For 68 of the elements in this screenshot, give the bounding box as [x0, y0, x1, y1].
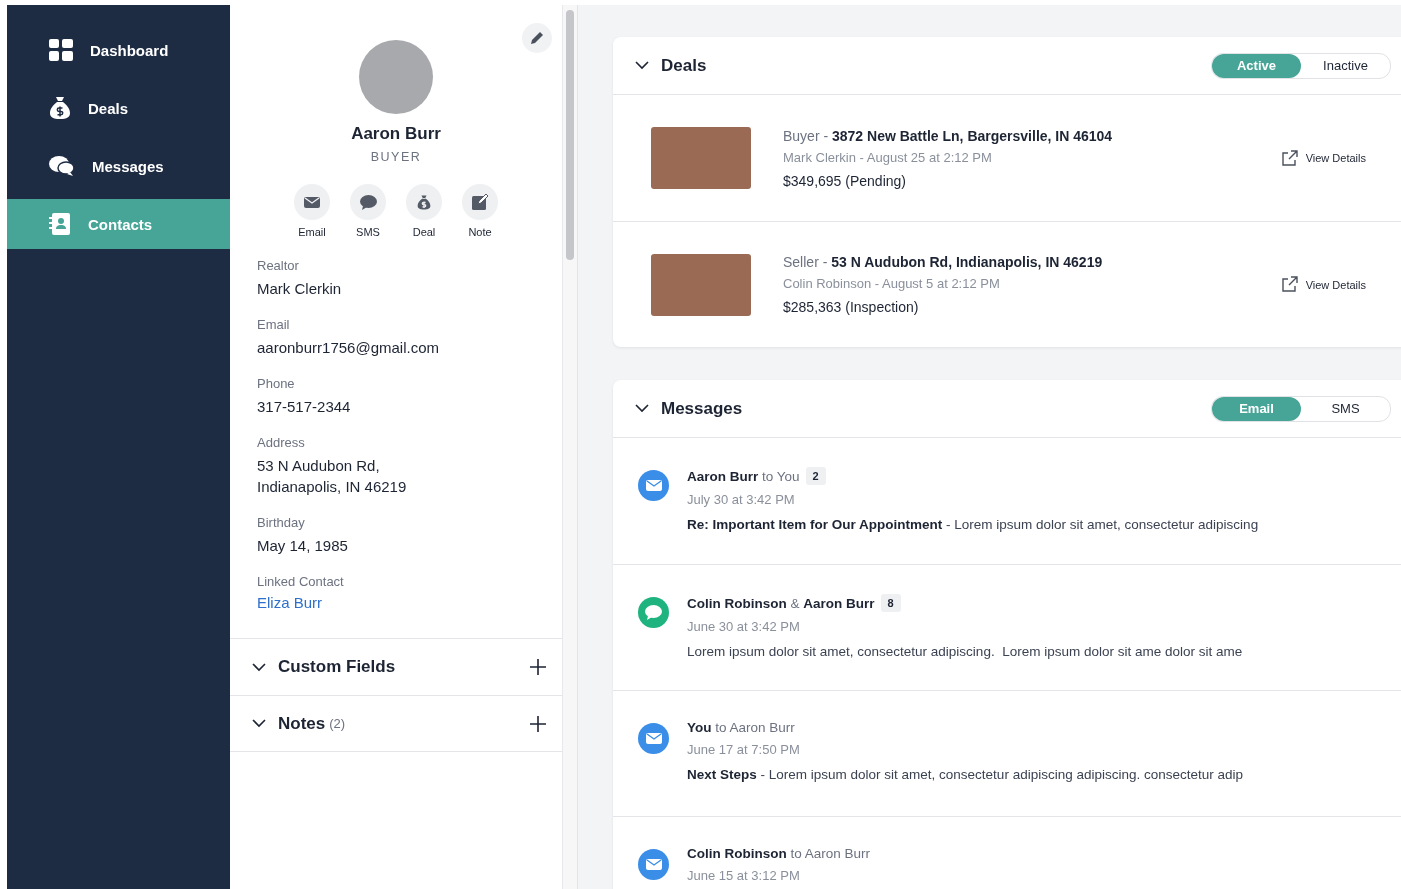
- section-count: (2): [329, 716, 346, 731]
- grid-icon: [49, 39, 73, 61]
- scrollbar-thumb[interactable]: [566, 10, 574, 260]
- deal-title: Buyer - 3872 New Battle Ln, Bargersville, IN 46104: [783, 127, 1114, 144]
- message-title[interactable]: Aaron Burr to You: [687, 468, 800, 484]
- deal-meta: Mark Clerkin - August 25 at 2:12 PM: [783, 149, 993, 165]
- contact-link[interactable]: Eliza Burr: [257, 594, 323, 611]
- external-link-icon: [1280, 276, 1298, 293]
- speech-bubble-icon: [359, 194, 377, 210]
- envelope-icon: [645, 480, 662, 491]
- card-title: Deals: [661, 55, 708, 76]
- field-label: Phone: [257, 376, 296, 391]
- section-title[interactable]: Custom Fields: [278, 657, 396, 677]
- chevron-down-icon[interactable]: [252, 719, 266, 728]
- nav-item[interactable]: Messages: [7, 141, 230, 191]
- chevron-down-icon[interactable]: [635, 404, 649, 413]
- message-title[interactable]: Colin Robinson & Aaron Burr: [687, 595, 875, 611]
- message-title[interactable]: Colin Robinson to Aaron Burr: [687, 846, 871, 861]
- field-value: 317-517-2344: [257, 397, 352, 417]
- message-date: June 17 at 7:50 PM: [687, 742, 801, 757]
- deal-meta: Colin Robinson - August 5 at 2:12 PM: [783, 276, 1001, 291]
- field-label: Realtor: [257, 258, 300, 273]
- pencil-icon: [530, 31, 544, 45]
- message-preview: Lorem ipsum dolor sit amet, consectetur adipiscing. Lorem ipsum dolor sit ame dolor sit ame: [687, 644, 1243, 659]
- envelope-icon: [645, 859, 662, 870]
- field-value: May 14, 1985: [257, 536, 349, 556]
- field-label: Birthday: [257, 515, 306, 530]
- section-title[interactable]: Notes: [278, 713, 326, 734]
- plus-icon[interactable]: [530, 659, 546, 675]
- envelope-icon: [304, 196, 320, 208]
- message-preview: Next Steps - Lorem ipsum dolor sit amet, consectetur adipiscing adipiscing. consectetur adip: [687, 767, 1244, 782]
- filter-tab[interactable]: SMS: [1301, 396, 1390, 421]
- field-value: 53 N Audubon Rd, Indianapolis, IN 46219: [257, 456, 408, 497]
- deal-title: Seller - 53 N Audubon Rd, Indianapolis, IN 46219: [783, 254, 1104, 270]
- contact-role: BUYER: [369, 150, 423, 164]
- plus-icon[interactable]: [530, 715, 546, 732]
- card-title: Messages: [661, 398, 744, 419]
- message-date: July 30 at 3:42 PM: [687, 492, 796, 507]
- message-count: 8: [880, 594, 901, 612]
- chevron-down-icon[interactable]: [252, 662, 266, 672]
- nav-item[interactable]: Dashboard: [7, 25, 230, 75]
- chat-bubbles-icon: [49, 155, 75, 177]
- nav-item[interactable]: Deals: [7, 83, 230, 133]
- field-label: Email: [257, 317, 291, 332]
- message-count: 2: [805, 467, 826, 485]
- message-preview: Re: Important Item for Our Appointment - Lorem ipsum dolor sit amet, consectetur adipiscing: [687, 517, 1259, 532]
- edit-note-icon: [472, 194, 488, 210]
- deal-price: $285,363 (Inspection): [783, 299, 920, 315]
- money-bag-icon: [49, 96, 71, 120]
- speech-bubble-icon: [645, 605, 662, 620]
- chevron-down-icon[interactable]: [635, 61, 649, 70]
- money-bag-icon: [417, 193, 431, 211]
- contact-name: Aaron Burr: [350, 124, 442, 144]
- field-label: Address: [257, 435, 306, 450]
- edit-button[interactable]: [522, 23, 552, 53]
- field-value: aaronburr1756@gmail.com: [257, 338, 440, 358]
- field-value: Mark Clerkin: [257, 279, 343, 299]
- view-details-link[interactable]: View Details: [1280, 149, 1366, 167]
- filter-tab[interactable]: Inactive: [1301, 53, 1390, 78]
- address-book-icon: [49, 213, 71, 235]
- message-title[interactable]: You to Aaron Burr: [687, 720, 795, 735]
- external-link-icon: [1280, 149, 1298, 167]
- deal-price: $349,695 (Pending): [783, 172, 907, 189]
- field-label: Linked Contact: [257, 574, 345, 589]
- message-date: June 30 at 3:42 PM: [687, 619, 801, 634]
- envelope-icon: [645, 733, 662, 744]
- view-details-link[interactable]: View Details: [1280, 276, 1366, 293]
- message-date: June 15 at 3:12 PM: [687, 868, 801, 883]
